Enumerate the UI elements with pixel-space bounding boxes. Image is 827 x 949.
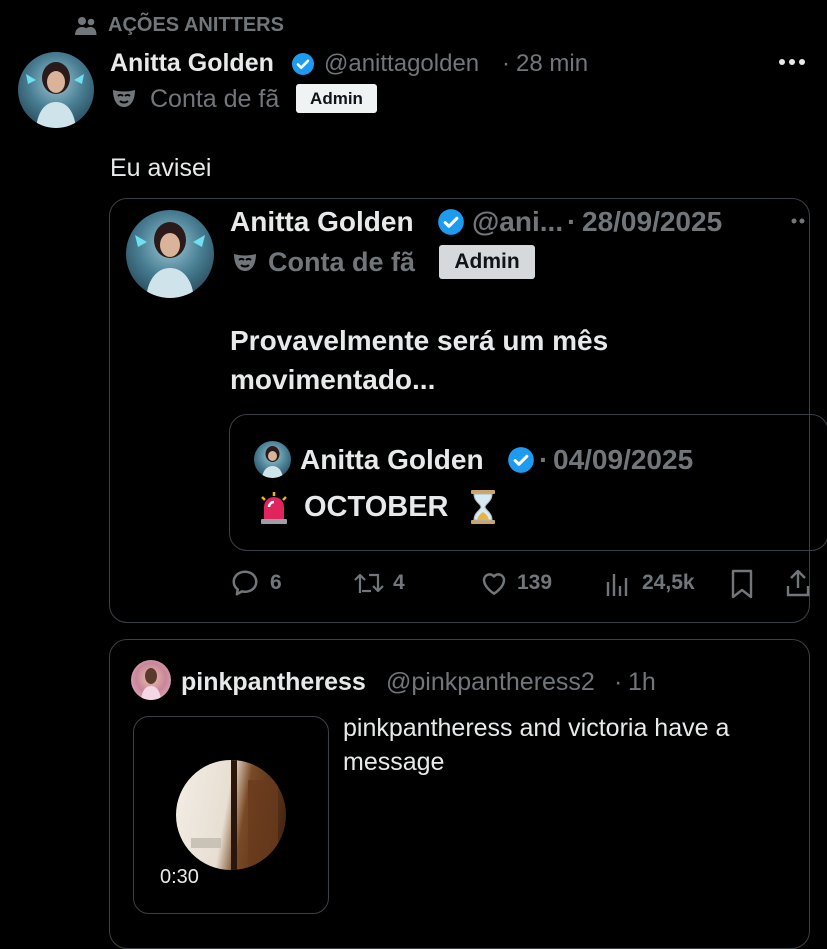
share-icon[interactable] <box>785 568 811 598</box>
author-name[interactable]: Anitta Golden <box>110 49 274 78</box>
separator-dot: · <box>502 50 510 77</box>
separator-dot: · <box>539 444 549 475</box>
quote-admin-badge: Admin <box>439 245 535 279</box>
repost-icon[interactable] <box>353 569 387 597</box>
people-icon <box>75 17 97 35</box>
more-icon[interactable] <box>777 56 807 68</box>
embedded-author-name[interactable]: pinkpantheress <box>181 668 366 697</box>
separator-dot: · <box>614 668 623 696</box>
quote-author-avatar[interactable] <box>126 210 214 298</box>
siren-emoji-icon <box>261 492 287 524</box>
post-time[interactable]: 28 min <box>516 50 588 78</box>
bookmark-icon[interactable] <box>729 568 755 600</box>
hourglass-emoji-icon <box>471 490 495 524</box>
admin-badge: Admin <box>296 84 377 113</box>
author-avatar[interactable] <box>18 52 94 128</box>
account-label: Conta de fã <box>150 85 280 113</box>
embedded-text-line-1: pinkpantheress and victoria have a <box>343 714 730 742</box>
like-icon[interactable] <box>478 568 510 598</box>
verified-badge-icon <box>292 53 314 75</box>
quote-author-name[interactable]: Anitta Golden <box>230 206 414 238</box>
nested-text: OCTOBER <box>304 491 449 523</box>
quote-text-line-2: movimentado... <box>230 364 436 395</box>
reply-count: 6 <box>270 571 282 594</box>
video-duration: 0:30 <box>160 866 199 888</box>
like-count: 139 <box>517 571 553 594</box>
nested-date[interactable]: 04/09/2025 <box>553 444 693 476</box>
verified-badge-icon <box>508 447 534 473</box>
mask-icon <box>113 90 135 107</box>
embedded-time[interactable]: 1h <box>628 668 656 697</box>
verified-badge-icon <box>438 209 464 235</box>
nested-author-name[interactable]: Anitta Golden <box>300 444 484 476</box>
more-icon[interactable] <box>790 216 806 226</box>
embedded-text-line-2: message <box>343 748 445 776</box>
repost-count: 4 <box>393 571 405 594</box>
video-preview-image <box>176 760 286 870</box>
social-context-label[interactable]: AÇÕES ANITTERS <box>108 14 284 37</box>
views-icon[interactable] <box>605 568 633 598</box>
embedded-author-handle[interactable]: @pinkpantheress2 <box>386 668 595 697</box>
quote-account-label: Conta de fã <box>268 247 416 277</box>
views-count: 24,5k <box>642 571 695 594</box>
nested-quote-card[interactable] <box>229 414 827 551</box>
mask-icon <box>234 254 256 271</box>
reply-icon[interactable] <box>230 568 260 598</box>
separator-dot: · <box>567 206 577 237</box>
quote-date[interactable]: 28/09/2025 <box>582 206 722 238</box>
embedded-author-avatar[interactable] <box>131 660 171 700</box>
post-text: Eu avisei <box>110 154 212 182</box>
nested-author-avatar[interactable] <box>254 441 291 478</box>
quote-author-handle[interactable]: @ani... <box>472 206 563 238</box>
quote-text-line-1: Provavelmente será um mês <box>230 325 609 356</box>
author-handle[interactable]: @anittagolden <box>324 50 479 78</box>
